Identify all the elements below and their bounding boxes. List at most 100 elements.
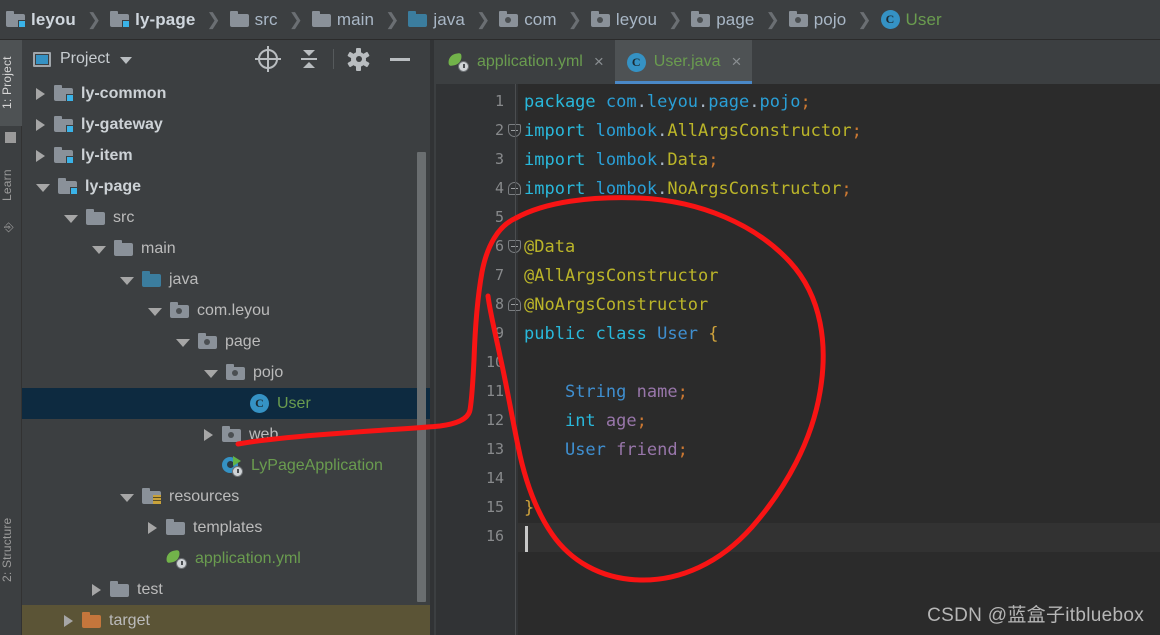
module-folder-icon (54, 85, 74, 102)
tree-item-java[interactable]: java (22, 264, 434, 295)
breadcrumb-item-com[interactable]: com (497, 0, 558, 40)
tree-item-ly-gateway[interactable]: ly-gateway (22, 109, 434, 140)
resources-folder-icon (142, 488, 161, 504)
code-token: name (636, 382, 678, 402)
tree-item-label: LyPageApplication (251, 456, 383, 474)
code-line: import lombok.Data; (524, 150, 719, 170)
tree-item-ly-common[interactable]: ly-common (22, 78, 434, 109)
editor-tab-user-java[interactable]: C User.java × (614, 40, 753, 84)
package-icon (222, 426, 241, 442)
project-panel-toolbar (247, 40, 420, 78)
tool-strip-square-icon (5, 132, 16, 143)
code-token: } (524, 498, 535, 518)
close-icon[interactable]: × (731, 52, 741, 72)
close-icon[interactable]: × (594, 52, 604, 72)
class-icon: C (250, 394, 269, 413)
line-number: 4 (494, 179, 504, 197)
tree-item-main[interactable]: main (22, 233, 434, 264)
tree-item-lypageapplication[interactable]: LyPageApplication (22, 450, 434, 481)
module-folder-icon (54, 116, 74, 133)
breadcrumb-separator: ❯ (475, 9, 491, 29)
package-icon (590, 11, 610, 27)
expand-arrow-icon[interactable] (36, 87, 45, 100)
expand-arrow-icon[interactable] (64, 215, 78, 223)
breadcrumb-item-java[interactable]: java (406, 0, 467, 40)
breadcrumb-separator: ❯ (668, 9, 683, 29)
gear-icon (347, 47, 370, 71)
tree-item-user[interactable]: C User (22, 388, 434, 419)
code-token: User (564, 440, 606, 460)
expand-arrow-icon[interactable] (64, 614, 73, 627)
folder-icon (311, 11, 331, 27)
tool-button-learn[interactable]: Learn (0, 156, 22, 214)
code-token: NoArgsConstructor (667, 179, 842, 199)
tree-item-test[interactable]: test (22, 574, 434, 605)
code-line: } (524, 498, 534, 518)
expand-arrow-icon[interactable] (92, 583, 101, 596)
tree-item-src[interactable]: src (22, 202, 434, 233)
tree-item-ly-item[interactable]: ly-item (22, 140, 434, 171)
tool-button-project[interactable]: 1: Project (0, 40, 22, 126)
expand-arrow-icon[interactable] (92, 246, 106, 254)
settings-button[interactable] (338, 40, 379, 78)
expand-arrow-icon[interactable] (176, 339, 190, 347)
locate-file-button[interactable] (247, 40, 288, 78)
breadcrumb-item-leyou[interactable]: leyou (589, 0, 659, 40)
tree-item-label: templates (193, 518, 263, 536)
project-tree[interactable]: ly-common ly-gateway ly-item ly-page src main… (22, 78, 434, 635)
tree-item-com-leyou[interactable]: com.leyou (22, 295, 434, 326)
text-cursor (525, 526, 528, 552)
tree-item-resources[interactable]: resources (22, 481, 434, 512)
source-folder-icon (408, 11, 428, 27)
editor-gutter[interactable]: 1 2 3 4 5 6 7 8 9 10 11 12 13 14 15 16 (436, 84, 521, 635)
project-tree-scrollbar[interactable] (417, 152, 426, 602)
breadcrumb-item-page[interactable]: page (689, 0, 756, 40)
expand-arrow-icon[interactable] (120, 494, 134, 502)
collapse-all-button[interactable] (288, 40, 329, 78)
hide-panel-button[interactable] (379, 40, 420, 78)
tree-item-label: ly-gateway (81, 115, 163, 133)
line-number: 11 (485, 382, 504, 400)
tree-item-ly-page[interactable]: ly-page (22, 171, 434, 202)
breadcrumb-item-pojo[interactable]: pojo (787, 0, 849, 40)
code-token: { (708, 324, 719, 344)
expand-arrow-icon[interactable] (120, 277, 134, 285)
tree-item-target[interactable]: target (22, 605, 434, 635)
tree-item-page[interactable]: page (22, 326, 434, 357)
expand-arrow-icon[interactable] (148, 521, 157, 534)
tree-item-pojo[interactable]: pojo (22, 357, 434, 388)
tree-item-templates[interactable]: templates (22, 512, 434, 543)
expand-arrow-icon[interactable] (204, 428, 213, 441)
tree-item-label: ly-item (81, 146, 133, 164)
breadcrumb-item-user[interactable]: C User (879, 0, 944, 40)
code-line: User friend; (524, 440, 688, 460)
breadcrumb-item-ly-page[interactable]: ly-page (108, 0, 197, 40)
expand-arrow-icon[interactable] (36, 184, 50, 192)
code-token: class (595, 324, 658, 344)
chevron-down-icon[interactable] (119, 57, 132, 64)
line-number: 10 (485, 353, 504, 371)
expand-arrow-icon[interactable] (36, 149, 45, 162)
editor-tab-label: application.yml (477, 53, 583, 70)
package-icon (170, 302, 189, 318)
tree-item-web[interactable]: web (22, 419, 434, 450)
breadcrumb-item-src[interactable]: src (228, 0, 280, 40)
caret-line-highlight (518, 523, 1160, 552)
module-folder-icon (6, 11, 26, 28)
class-icon: C (626, 52, 646, 72)
breadcrumb-item-main[interactable]: main (310, 0, 376, 40)
editor-tab-application-yml[interactable]: application.yml × (436, 40, 615, 84)
code-token: Data (667, 150, 709, 170)
module-folder-icon (58, 178, 78, 195)
breadcrumb-label: java (433, 9, 465, 29)
breadcrumb-item-leyou[interactable]: leyou (4, 0, 78, 40)
breadcrumb-label: User (905, 9, 942, 29)
code-editor[interactable]: 1 2 3 4 5 6 7 8 9 10 11 12 13 14 15 16 package com.leyo… (436, 84, 1160, 635)
expand-arrow-icon[interactable] (148, 308, 162, 316)
panel-resize-handle[interactable] (430, 40, 434, 635)
target-folder-icon (82, 612, 101, 628)
expand-arrow-icon[interactable] (36, 118, 45, 131)
expand-arrow-icon[interactable] (204, 370, 218, 378)
tool-button-structure[interactable]: 2: Structure (0, 502, 22, 598)
tree-item-application-yml[interactable]: application.yml (22, 543, 434, 574)
